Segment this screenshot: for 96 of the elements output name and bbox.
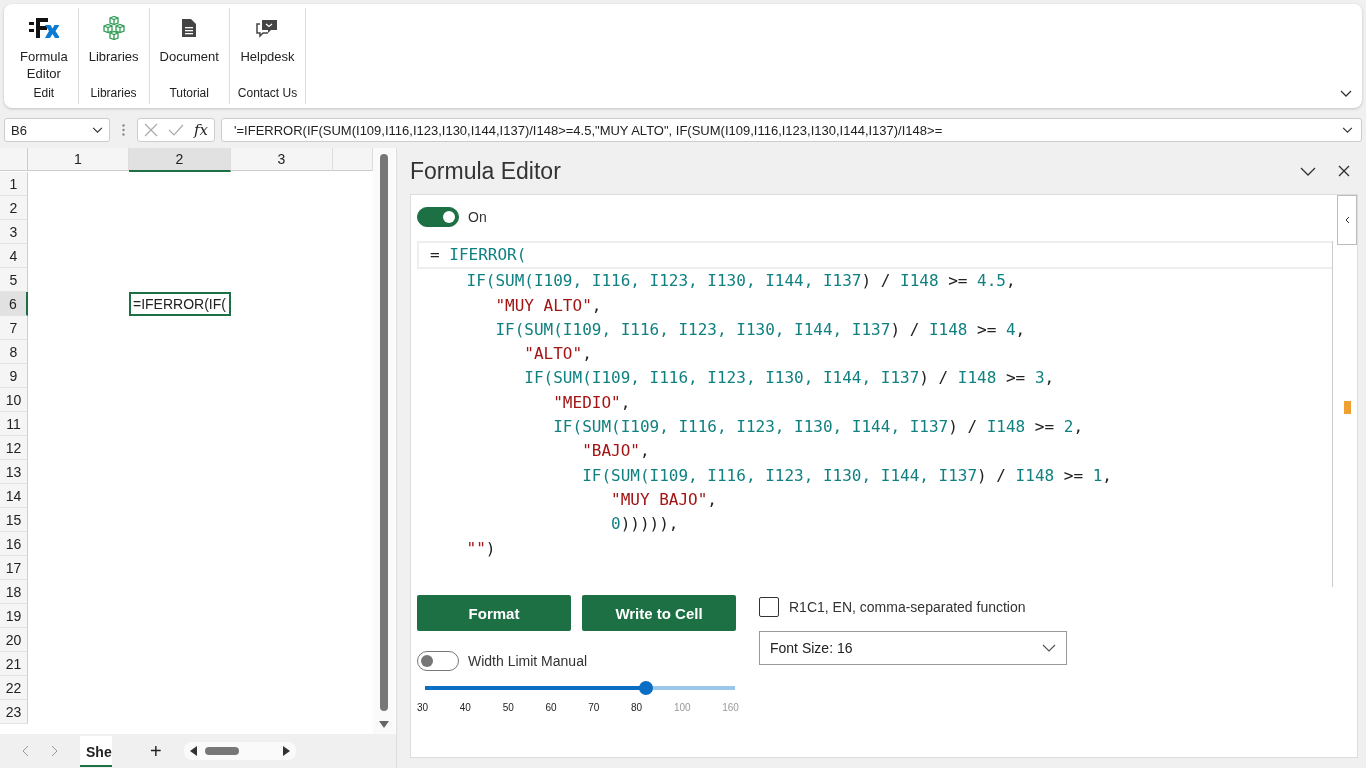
ribbon-button[interactable]: Libraries [86,14,141,84]
chevron-down-icon[interactable] [1340,90,1352,98]
row-header[interactable]: 12 [0,436,28,460]
row-header[interactable]: 2 [0,196,28,220]
document-icon [182,16,197,40]
group-label: Contact Us [237,86,298,102]
row-header[interactable]: 20 [0,628,28,652]
tick-label: 50 [502,702,514,713]
toggle-switch[interactable] [417,207,459,227]
next-sheet-icon[interactable] [51,745,58,757]
column-header[interactable]: 3 [231,148,333,171]
previous-sheet-icon[interactable] [22,745,29,757]
row-header[interactable]: 19 [0,604,28,628]
tick-label: 60 [545,702,557,713]
chevron-down-icon [1042,644,1056,652]
tick-label: 100 [673,702,691,713]
code-line: IF(SUM(I109, I116, I123, I130, I144, I137) / I148 >= 3, [523,367,1056,390]
scroll-left-icon[interactable] [189,746,197,756]
row-header[interactable]: 6 [0,292,28,316]
chevron-down-icon [92,126,103,134]
row-header[interactable]: 10 [0,388,28,412]
pane-title: Formula Editor [410,157,562,185]
code-line: IF(SUM(I109, I116, I123, I130, I144, I137) / I148 >= 4, [494,318,1027,341]
row-header[interactable]: 9 [0,364,28,388]
code-line: IF(SUM(I109, I116, I123, I130, I144, I137) / I148 >= 4.5, [465,270,1017,293]
code-line: "BAJO", [581,440,651,463]
slider-track[interactable] [425,681,735,695]
row-header[interactable]: 11 [0,412,28,436]
row-header[interactable]: 21 [0,652,28,676]
code-line: 0))))), [610,513,680,536]
row-header[interactable]: 3 [0,220,28,244]
ribbon-button[interactable]: Document [157,14,221,84]
column-header[interactable]: 1 [28,148,129,171]
horizontal-scrollbar[interactable] [183,742,296,760]
code-line: IF(SUM(I109, I116, I123, I130, I144, I137) / I148 >= 2, [552,416,1085,439]
tick-label: 30 [417,702,429,713]
row-header[interactable]: 8 [0,340,28,364]
name-box[interactable]: B6 [4,118,110,142]
row-header[interactable]: 1 [0,172,28,196]
sheet-tab[interactable]: She [80,735,112,767]
row-header[interactable]: 16 [0,532,28,556]
code-line: IF(SUM(I109, I116, I123, I130, I144, I137) / I148 >= 1, [581,464,1113,487]
row-header[interactable]: 14 [0,484,28,508]
action-button[interactable]: Format [417,595,571,631]
cubes-icon [100,16,127,40]
action-button[interactable]: Write to Cell [582,595,736,631]
drag-handle-icon[interactable] [122,124,125,136]
code-line: "") [465,537,497,560]
row-header[interactable]: 13 [0,460,28,484]
tick-label: 160 [722,702,739,713]
toggle-label: On [468,209,487,225]
row-header[interactable]: 18 [0,580,28,604]
slider-thumb[interactable] [639,681,654,695]
code-line: "ALTO", [523,343,593,366]
row-header[interactable]: 22 [0,676,28,700]
insert-function-button[interactable]: fx [194,121,208,139]
code-line: "MUY BAJO", [610,488,718,511]
checkbox[interactable] [759,597,779,617]
column-header[interactable]: 2 [129,148,231,172]
row-header[interactable]: 4 [0,244,28,268]
row-header[interactable]: 5 [0,268,28,292]
add-sheet-button[interactable]: + [150,739,162,763]
formula-field[interactable]: '=IFERROR(IF(SUM(I109,I116,I123,I130,I144,I137)/I148>=4.5,"MUY ALTO", IF(SUM(I109,I116,I123,I130,I144,I137)/I148>= [221,118,1362,142]
tick-label: 40 [459,702,471,713]
chevron-left-icon [1344,216,1350,224]
row-header[interactable]: 17 [0,556,28,580]
row-header[interactable]: 23 [0,700,28,724]
tick-label: 70 [588,702,600,713]
scroll-right-icon[interactable] [282,746,290,756]
tick-label: 80 [631,702,643,713]
group-label: Edit [33,86,55,102]
active-cell[interactable]: =IFERROR(IF( [129,292,231,316]
row-header[interactable]: 7 [0,316,28,340]
row-header[interactable]: 15 [0,508,28,532]
check-icon[interactable] [168,124,184,136]
group-label: Libraries [90,86,137,102]
font-size-dropdown[interactable]: Font Size: 16 [759,631,1067,665]
code-line: = IFERROR( [417,241,1332,270]
ribbon-button[interactable]: Helpdesk [238,14,297,84]
scroll-down-icon[interactable] [379,721,389,728]
code-line: "MUY ALTO", [494,294,603,317]
toggle-label: Width Limit Manual [468,653,588,669]
ribbon-button[interactable]: Formula Editor [18,14,70,84]
scroll-thumb[interactable] [204,747,239,755]
fx-logo-icon [28,16,59,40]
toggle-switch[interactable] [417,651,459,671]
scroll-marker [1344,401,1351,414]
chevron-down-icon [1342,126,1353,134]
checkbox-label: R1C1, EN, comma-separated function [789,599,1026,615]
chevron-down-icon[interactable] [1300,166,1316,176]
vertical-scrollbar[interactable] [373,148,395,734]
group-label: Tutorial [169,86,209,102]
code-editor[interactable] [417,241,1333,587]
code-line: "MEDIO", [552,391,632,414]
close-icon[interactable] [1338,165,1350,177]
cancel-icon[interactable] [144,123,158,137]
